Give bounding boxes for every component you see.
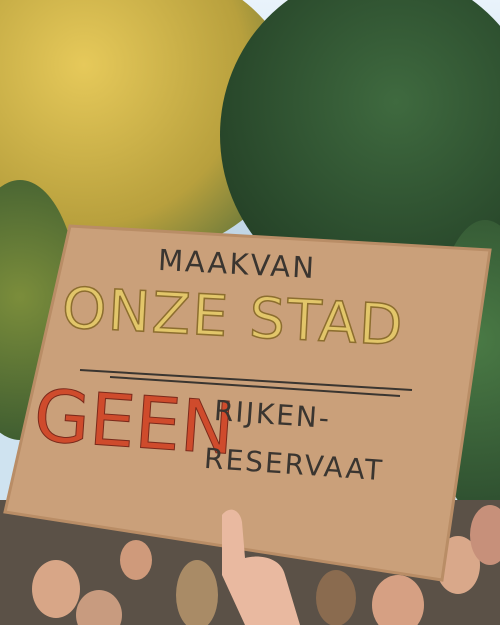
protest-photo: MAAKVAN ONZE STAD GEEN RIJKEN- RESERVAAT [0,0,500,625]
